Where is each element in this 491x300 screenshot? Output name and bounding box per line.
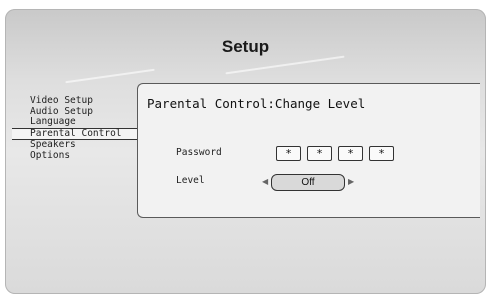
password-digit-3[interactable]: *: [338, 146, 363, 161]
password-digit-4[interactable]: *: [369, 146, 394, 161]
level-label: Level: [176, 175, 205, 186]
settings-panel: Parental Control:Change Level Password *…: [137, 83, 480, 218]
password-label: Password: [176, 147, 222, 158]
password-digit-2[interactable]: *: [307, 146, 332, 161]
background-streak: [65, 68, 155, 84]
triangle-left-icon[interactable]: ◀: [262, 177, 268, 186]
level-selector[interactable]: Off: [271, 174, 345, 191]
setup-screen: Setup Video Setup Audio Setup Language P…: [5, 9, 486, 294]
password-digit-1[interactable]: *: [276, 146, 301, 161]
triangle-right-icon[interactable]: ▶: [348, 177, 354, 186]
page-title: Setup: [221, 37, 270, 56]
panel-title: Parental Control:Change Level: [147, 96, 366, 111]
background-streak: [225, 55, 345, 75]
password-field: * * * *: [276, 146, 400, 161]
